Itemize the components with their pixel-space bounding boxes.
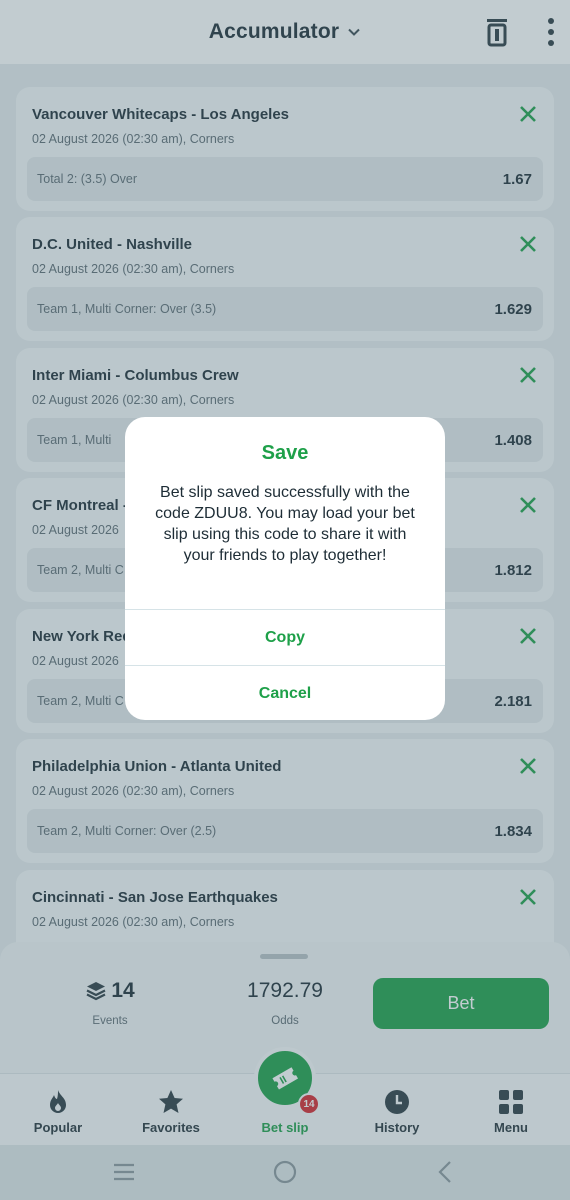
dialog-title: Save	[261, 442, 309, 464]
dialog-message: Bet slip saved successfully with the cod…	[155, 484, 415, 564]
save-dialog: Save Bet slip saved successfully with th…	[125, 417, 445, 720]
cancel-button[interactable]: Cancel	[125, 666, 445, 720]
copy-button[interactable]: Copy	[125, 610, 445, 665]
